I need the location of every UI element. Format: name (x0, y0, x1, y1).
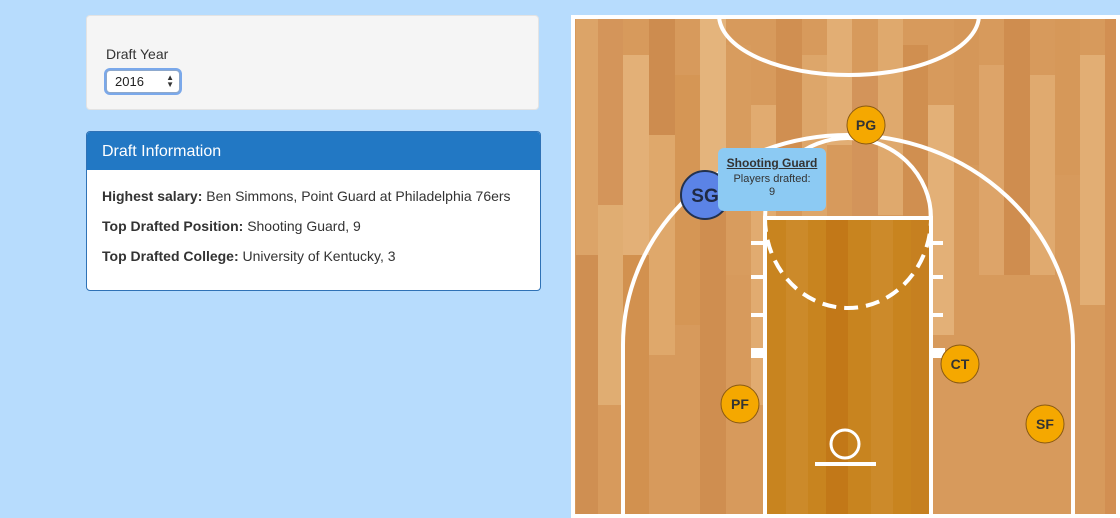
info-row-top-college: Top Drafted College: University of Kentu… (102, 248, 396, 264)
draft-info-title: Draft Information (87, 132, 540, 170)
position-marker-ct[interactable]: CT (940, 344, 980, 384)
position-marker-sf[interactable]: SF (1025, 404, 1065, 444)
position-marker-pf[interactable]: PF (720, 384, 760, 424)
filter-panel: Draft Year 2016 ▲ ▼ (86, 15, 539, 110)
tooltip-title: Shooting Guard (726, 156, 818, 170)
draft-year-value: 2016 (115, 74, 144, 89)
info-label: Top Drafted Position: (102, 218, 244, 234)
tooltip-line-2: 9 (768, 186, 776, 198)
info-row-top-position: Top Drafted Position: Shooting Guard, 9 (102, 218, 361, 234)
position-label: CT (951, 356, 970, 372)
select-arrows-icon: ▲ ▼ (166, 73, 174, 89)
info-value: Ben Simmons, Point Guard at Philadelphia… (206, 188, 511, 204)
position-label: SF (1036, 416, 1054, 432)
position-label: SG (691, 186, 718, 207)
tooltip-line-1: Players drafted: (733, 173, 811, 185)
draft-year-label: Draft Year (106, 46, 169, 62)
info-value: Shooting Guard, 9 (247, 218, 361, 234)
draft-info-panel: Draft Information Highest salary: Ben Si… (86, 131, 541, 291)
position-marker-pg[interactable]: PG (846, 105, 886, 145)
court-floor (571, 15, 1120, 518)
basketball-court: PG SG PF CT SF (571, 15, 1120, 518)
position-tooltip: Shooting Guard Players drafted: 9 (718, 148, 826, 211)
info-label: Top Drafted College: (102, 248, 239, 264)
info-value: University of Kentucky, 3 (242, 248, 396, 264)
draft-year-select[interactable]: 2016 ▲ ▼ (106, 70, 180, 93)
position-label: PG (856, 117, 876, 133)
position-label: PF (731, 396, 749, 412)
info-row-highest-salary: Highest salary: Ben Simmons, Point Guard… (102, 188, 511, 204)
info-label: Highest salary: (102, 188, 203, 204)
